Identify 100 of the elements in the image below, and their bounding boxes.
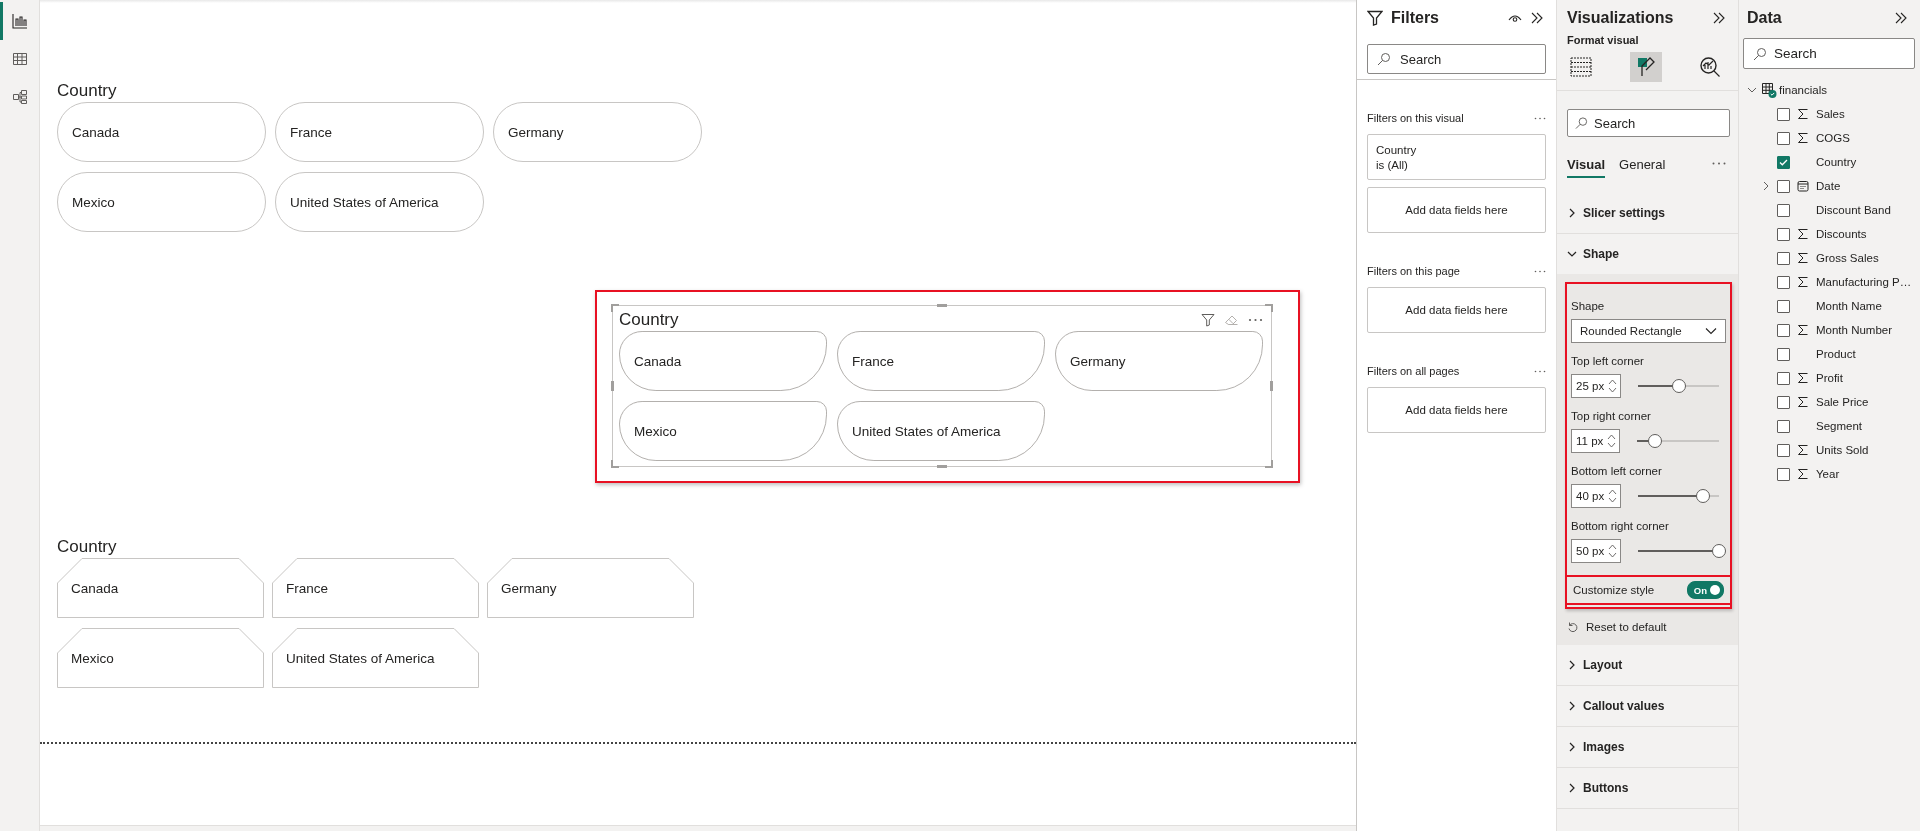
- slicer-button[interactable]: Canada: [57, 558, 264, 618]
- search-field[interactable]: Search: [1567, 109, 1730, 137]
- field-name[interactable]: Month Name: [1816, 300, 1882, 312]
- field-name[interactable]: Discounts: [1816, 228, 1867, 240]
- number-field[interactable]: 40 px: [1571, 484, 1622, 508]
- number-field[interactable]: 25 px: [1571, 374, 1622, 398]
- slider-thumb[interactable]: [1712, 544, 1726, 558]
- checkbox[interactable]: [1777, 419, 1790, 433]
- tab[interactable]: Visual: [1567, 148, 1606, 178]
- field-name[interactable]: COGS: [1816, 132, 1850, 144]
- magnifier-chart-icon: [1699, 56, 1721, 78]
- checkbox[interactable]: [1777, 227, 1790, 241]
- field-name[interactable]: Units Sold: [1816, 444, 1869, 456]
- slicer-title: Country: [57, 536, 117, 557]
- field-name[interactable]: Sales: [1816, 108, 1845, 120]
- search-field[interactable]: Search: [1743, 38, 1915, 69]
- slicer-button[interactable]: France: [272, 558, 479, 618]
- sigma-icon: [1797, 108, 1809, 120]
- chevron-icon: [1567, 783, 1577, 793]
- collapse-icon[interactable]: [1530, 11, 1544, 25]
- toggle-switch[interactable]: On: [1686, 581, 1724, 599]
- slicer-button[interactable]: United States of America: [272, 628, 479, 688]
- search-field[interactable]: Search: [1367, 44, 1546, 74]
- more-options-icon[interactable]: [1534, 269, 1546, 273]
- filter-field: Country: [1376, 143, 1537, 156]
- sigma-icon: [1797, 324, 1809, 336]
- field-label: Top left corner: [1571, 355, 1645, 367]
- checkbox[interactable]: [1777, 107, 1790, 121]
- field-name[interactable]: Manufacturing P…: [1816, 276, 1912, 288]
- more-options-icon[interactable]: [1534, 116, 1546, 120]
- slider-thumb[interactable]: [1671, 379, 1686, 393]
- checkbox[interactable]: [1777, 251, 1790, 265]
- checkbox[interactable]: [1777, 131, 1790, 145]
- field-name[interactable]: Year: [1816, 468, 1840, 480]
- drop-zone[interactable]: Add data fields here: [1367, 387, 1546, 433]
- drop-zone[interactable]: Add data fields here: [1367, 187, 1546, 233]
- checkbox[interactable]: [1777, 275, 1790, 289]
- reset-link[interactable]: Reset to default: [1565, 609, 1732, 645]
- chevron-icon[interactable]: [1761, 181, 1771, 191]
- checkbox[interactable]: [1777, 371, 1790, 385]
- chevron-icon[interactable]: [1747, 85, 1757, 95]
- pane-subtitle: Format visual: [1566, 34, 1640, 46]
- field-name[interactable]: Discount Band: [1816, 204, 1891, 216]
- field-name[interactable]: Sale Price: [1816, 396, 1869, 408]
- number-field[interactable]: 11 px: [1571, 429, 1621, 453]
- selected-visual[interactable]: Country Canada France Germany Mexico United States of America: [612, 305, 1272, 467]
- slider-thumb[interactable]: [1695, 489, 1710, 503]
- checkbox[interactable]: [1777, 155, 1790, 169]
- search-icon: [1753, 46, 1767, 61]
- mode-tab[interactable]: [1629, 52, 1662, 82]
- shape-dropdown[interactable]: Rounded Rectangle: [1571, 319, 1726, 343]
- field-name[interactable]: Date: [1816, 180, 1841, 192]
- field-label: Bottom right corner: [1571, 520, 1670, 532]
- filter-icon: [1367, 10, 1383, 26]
- table-name[interactable]: financials: [1779, 84, 1827, 96]
- undo-icon: [1567, 621, 1579, 633]
- more-options-icon[interactable]: [1248, 317, 1263, 322]
- field-label: Top right corner: [1571, 410, 1652, 422]
- more-options-icon[interactable]: [1534, 369, 1546, 373]
- field-label: Bottom left corner: [1571, 465, 1663, 477]
- collapse-icon[interactable]: [1894, 11, 1908, 25]
- field-name[interactable]: Month Number: [1816, 324, 1893, 336]
- caret-icon: [1705, 327, 1717, 335]
- search-icon: [1575, 116, 1588, 130]
- field-name[interactable]: Segment: [1816, 420, 1863, 432]
- chevron-icon: [1567, 742, 1577, 752]
- field-name[interactable]: Country: [1816, 156, 1857, 168]
- eye-icon[interactable]: [1508, 13, 1522, 23]
- section-title: Filters on this visual: [1367, 112, 1464, 124]
- collapse-icon[interactable]: [1712, 11, 1726, 25]
- spin-arrows-icon: [1607, 433, 1617, 449]
- checkbox[interactable]: [1777, 347, 1790, 361]
- number-field[interactable]: 50 px: [1571, 539, 1622, 563]
- checkbox[interactable]: [1777, 443, 1790, 457]
- drop-zone[interactable]: Add data fields here: [1367, 287, 1546, 333]
- slicer-button[interactable]: Germany: [487, 558, 694, 618]
- field-name[interactable]: Profit: [1816, 372, 1843, 384]
- checkbox[interactable]: [1777, 299, 1790, 313]
- slicer-button[interactable]: Mexico: [57, 628, 264, 688]
- checkbox[interactable]: [1777, 323, 1790, 337]
- checkbox[interactable]: [1777, 179, 1790, 193]
- chevron-icon: [1567, 208, 1577, 218]
- calendar-icon: [1797, 180, 1809, 192]
- field-label: Shape: [1571, 300, 1606, 312]
- filter-condition: is (All): [1376, 158, 1409, 171]
- chevron-icon: [1567, 660, 1577, 670]
- slider-thumb[interactable]: [1648, 434, 1663, 448]
- slicer-button[interactable]: Canada: [619, 331, 827, 391]
- checkbox[interactable]: [1777, 203, 1790, 217]
- field-name[interactable]: Gross Sales: [1816, 252, 1879, 264]
- filter-icon[interactable]: [1201, 312, 1215, 327]
- search-icon: [1377, 52, 1391, 66]
- checkbox[interactable]: [1777, 467, 1790, 481]
- filter-card[interactable]: Country is (All): [1367, 134, 1546, 180]
- checkbox[interactable]: [1777, 395, 1790, 409]
- more-options-icon[interactable]: [1712, 161, 1726, 165]
- sigma-icon: [1797, 132, 1809, 144]
- slicer-title: Country: [619, 309, 679, 330]
- field-name[interactable]: Product: [1816, 348, 1856, 360]
- tab[interactable]: General: [1619, 148, 1666, 178]
